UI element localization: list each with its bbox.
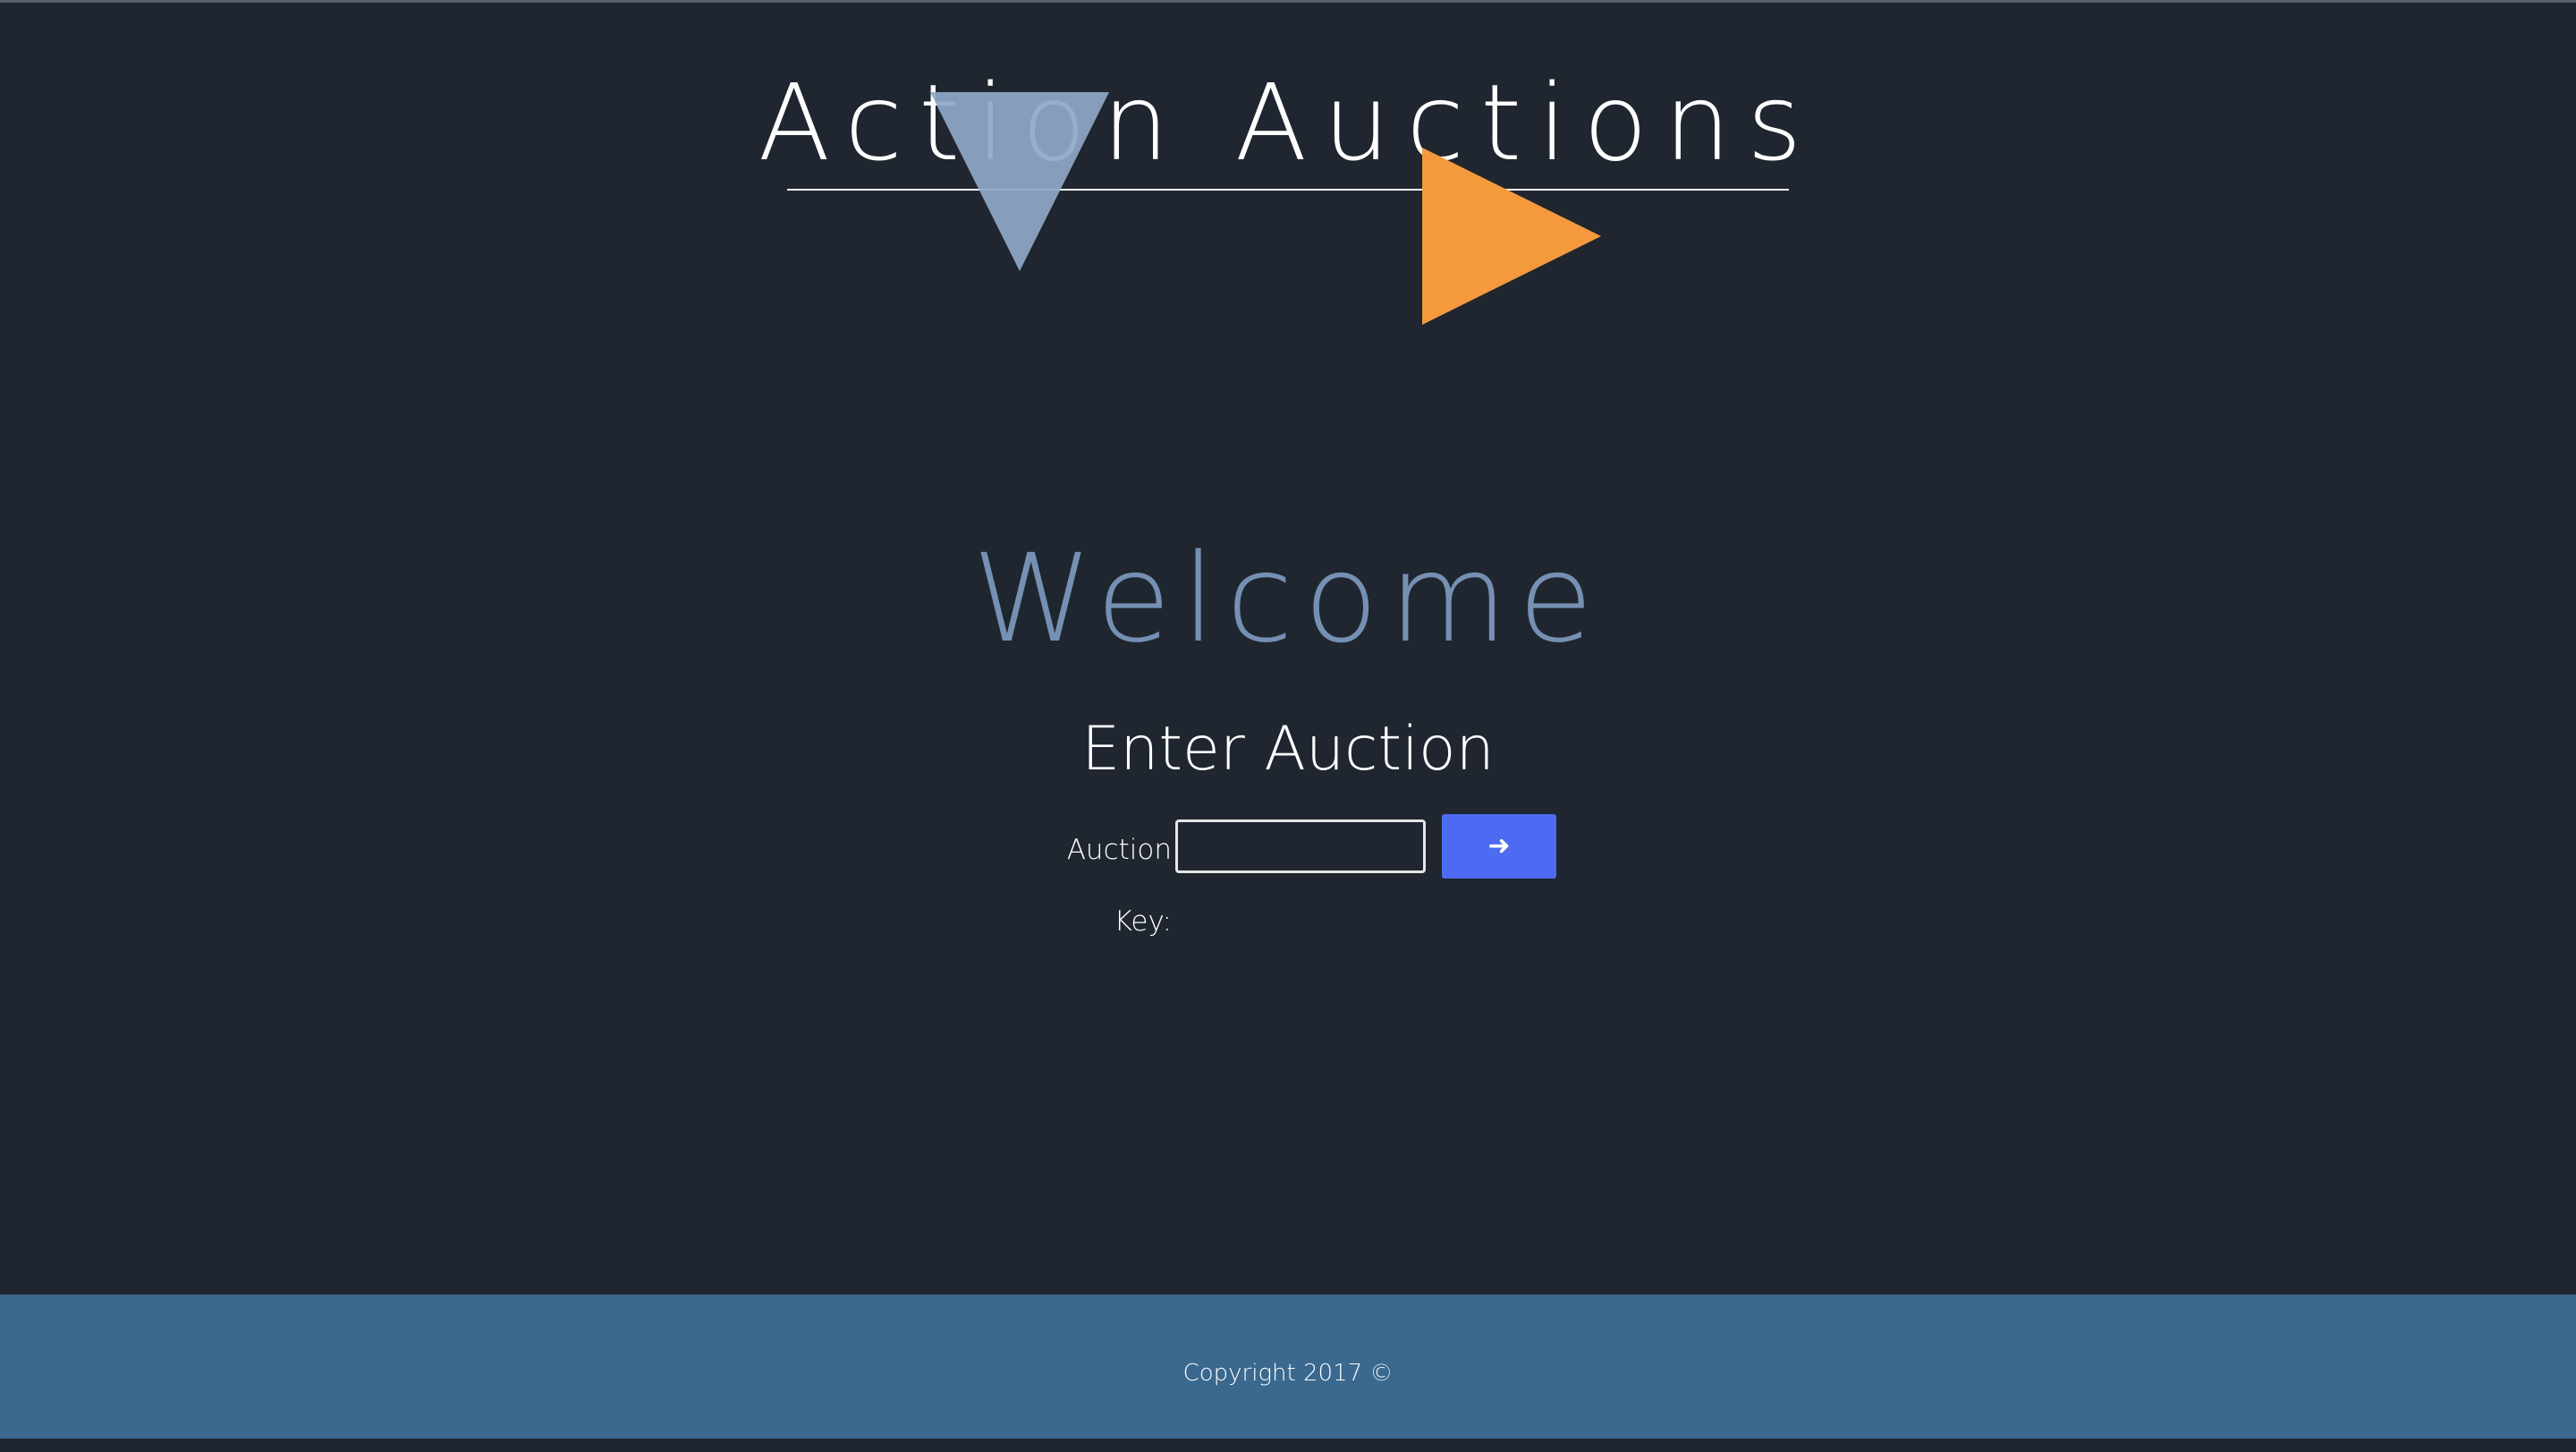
auction-key-label: Auction Key: bbox=[1066, 834, 1172, 938]
logo-shapes bbox=[930, 92, 1601, 325]
play-triangle-icon bbox=[1422, 148, 1601, 325]
copyright-text: Copyright 2017 © bbox=[1182, 1360, 1394, 1387]
welcome-heading: Welcome bbox=[971, 529, 1605, 670]
arrow-right-icon: ➜ bbox=[1487, 830, 1511, 862]
enter-auction-button[interactable]: ➜ bbox=[1442, 814, 1556, 879]
auction-key-form: Auction Key: ➜ bbox=[0, 814, 2576, 938]
site-footer: Copyright 2017 © bbox=[0, 1295, 2576, 1439]
main-content: Welcome Enter Auction Auction Key: ➜ bbox=[0, 501, 2576, 938]
auction-key-input[interactable] bbox=[1175, 819, 1426, 873]
enter-auction-heading: Enter Auction bbox=[1081, 714, 1495, 785]
site-header: Action Auctions bbox=[0, 0, 2576, 358]
down-triangle-icon bbox=[930, 92, 1109, 271]
